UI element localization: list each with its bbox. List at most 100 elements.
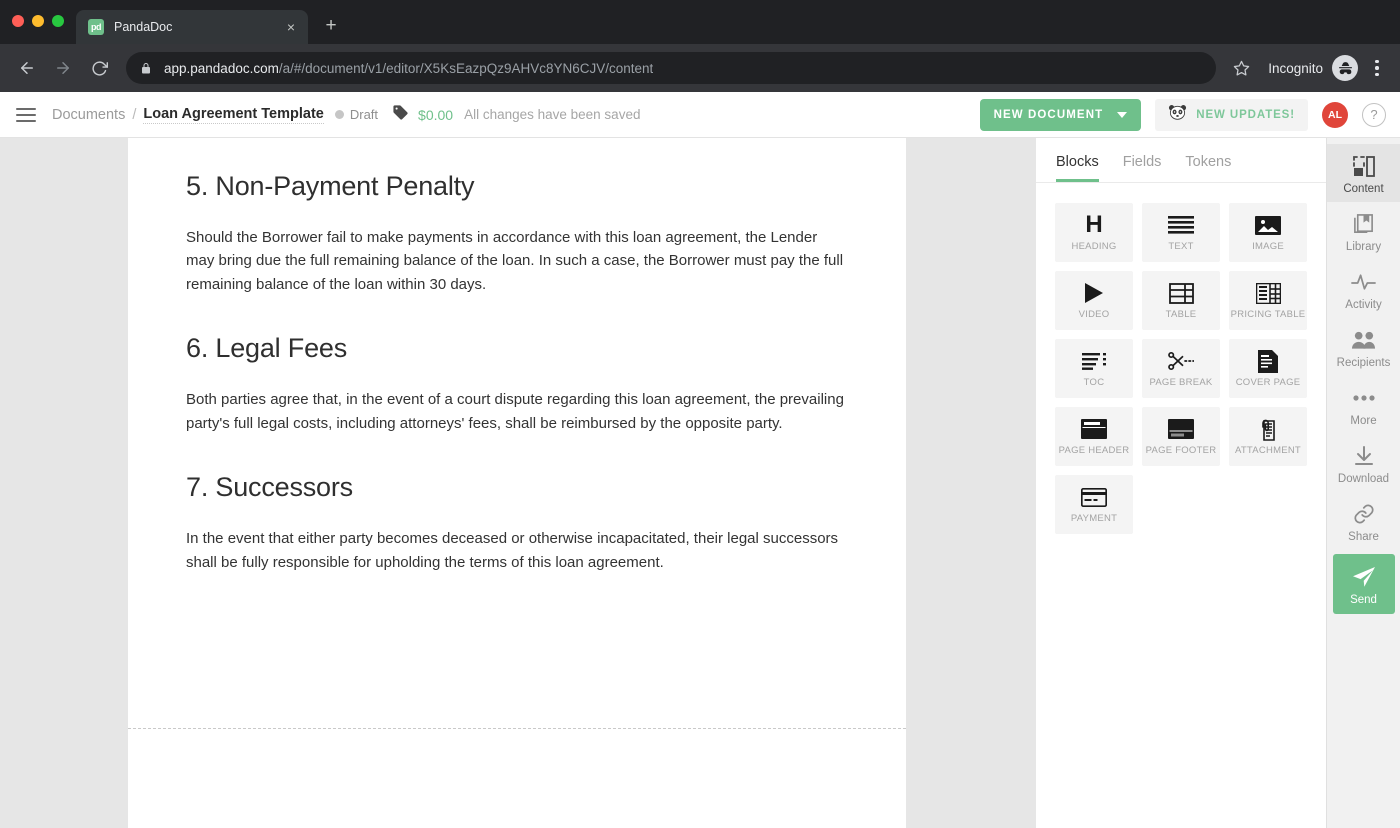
main-menu-icon[interactable] <box>0 92 52 138</box>
document-title[interactable]: Loan Agreement Template <box>143 106 324 124</box>
page-footer-icon <box>1168 417 1194 441</box>
block-tile-video[interactable]: VIDEO <box>1055 271 1133 330</box>
block-tile-label: HEADING <box>1071 241 1117 252</box>
recipients-icon <box>1351 327 1376 353</box>
reload-icon[interactable] <box>82 51 116 85</box>
rail-item-library[interactable]: Library <box>1327 202 1400 260</box>
rail-item-label: Recipients <box>1336 357 1391 369</box>
download-icon <box>1353 443 1375 469</box>
section-heading[interactable]: 5. Non-Payment Penalty <box>186 170 848 204</box>
rail-item-activity[interactable]: Activity <box>1327 260 1400 318</box>
block-tile-pricing-table[interactable]: PRICING TABLE <box>1229 271 1307 330</box>
page-header-icon <box>1081 417 1107 441</box>
rail-item-share[interactable]: Share <box>1327 492 1400 550</box>
page-break-divider <box>128 728 906 729</box>
tab-tokens[interactable]: Tokens <box>1185 154 1231 182</box>
rail-item-more[interactable]: More <box>1327 376 1400 434</box>
close-tab-icon[interactable]: × <box>282 18 300 36</box>
text-icon <box>1168 213 1194 237</box>
pricing-table-icon <box>1255 281 1281 305</box>
block-tile-label: PAYMENT <box>1070 513 1118 524</box>
block-tile-image[interactable]: IMAGE <box>1229 203 1307 262</box>
block-tile-label: IMAGE <box>1252 241 1284 252</box>
block-tile-cover-page[interactable]: COVER PAGE <box>1229 339 1307 398</box>
block-tile-page-footer[interactable]: PAGE FOOTER <box>1142 407 1220 466</box>
panel-tabs: Blocks Fields Tokens <box>1036 138 1326 183</box>
block-tile-page-break[interactable]: PAGE BREAK <box>1142 339 1220 398</box>
browser-tab[interactable]: pd PandaDoc × <box>76 10 308 44</box>
block-tile-text[interactable]: TEXT <box>1142 203 1220 262</box>
new-updates-button[interactable]: NEW UPDATES! <box>1155 98 1308 131</box>
chevron-down-icon[interactable] <box>1117 111 1128 118</box>
rail-item-content[interactable]: Content <box>1326 144 1400 202</box>
new-document-label: NEW DOCUMENT <box>993 108 1104 121</box>
help-icon[interactable]: ? <box>1362 102 1386 127</box>
bookmark-star-icon[interactable] <box>1226 53 1256 83</box>
price-tag-icon[interactable] <box>392 104 409 126</box>
panda-icon <box>1168 104 1187 125</box>
avatar[interactable]: AL <box>1322 101 1348 128</box>
close-window-button[interactable] <box>12 15 24 27</box>
payment-icon <box>1081 485 1107 509</box>
rail-item-recipients[interactable]: Recipients <box>1327 318 1400 376</box>
section-paragraph[interactable]: Both parties agree that, in the event of… <box>186 388 848 435</box>
status-badge: Draft <box>334 107 378 122</box>
heading-icon: H <box>1085 211 1103 238</box>
document-canvas: 5. Non-Payment Penalty Should the Borrow… <box>0 138 1035 828</box>
window-traffic-lights <box>12 15 64 27</box>
tab-blocks[interactable]: Blocks <box>1056 154 1099 182</box>
workspace: 5. Non-Payment Penalty Should the Borrow… <box>0 138 1400 828</box>
browser-menu-icon[interactable] <box>1364 55 1390 81</box>
block-tile-label: TOC <box>1083 377 1105 388</box>
document-price: $0.00 <box>418 106 454 123</box>
more-icon <box>1352 385 1376 411</box>
section-heading[interactable]: 6. Legal Fees <box>186 332 848 366</box>
new-document-button[interactable]: NEW DOCUMENT <box>979 98 1142 131</box>
forward-icon[interactable] <box>46 51 80 85</box>
back-icon[interactable] <box>10 51 44 85</box>
rail-item-label: Content <box>1343 183 1384 195</box>
lock-icon <box>142 62 150 73</box>
status-dot-icon <box>334 110 344 119</box>
block-tile-label: COVER PAGE <box>1235 377 1301 388</box>
rail-item-label: Download <box>1337 473 1390 485</box>
block-tile-grid: H HEADING TEXT IMAGE VIDEO TABLE PRICING… <box>1055 203 1307 534</box>
library-icon <box>1352 211 1375 237</box>
minimize-window-button[interactable] <box>32 15 44 27</box>
new-updates-label: NEW UPDATES! <box>1196 108 1295 121</box>
incognito-indicator[interactable]: Incognito <box>1268 55 1358 81</box>
section-paragraph[interactable]: Should the Borrower fail to make payment… <box>186 226 848 297</box>
browser-tab-title: PandaDoc <box>114 20 173 34</box>
block-tile-label: ATTACHMENT <box>1234 445 1301 456</box>
block-tile-payment[interactable]: PAYMENT <box>1055 475 1133 534</box>
document-page[interactable]: 5. Non-Payment Penalty Should the Borrow… <box>128 138 906 828</box>
maximize-window-button[interactable] <box>52 15 64 27</box>
block-tile-heading[interactable]: H HEADING <box>1055 203 1133 262</box>
incognito-label: Incognito <box>1268 60 1323 76</box>
block-tile-page-header[interactable]: PAGE HEADER <box>1055 407 1133 466</box>
toc-icon <box>1081 349 1107 373</box>
block-tile-label: TABLE <box>1165 309 1197 320</box>
share-icon <box>1353 501 1375 527</box>
section-heading[interactable]: 7. Successors <box>186 471 848 505</box>
content-icon <box>1352 153 1376 179</box>
table-icon <box>1168 281 1194 305</box>
send-icon <box>1352 564 1376 590</box>
right-rail: Content Library Activity Recipients More… <box>1326 138 1400 828</box>
pandadoc-favicon: pd <box>88 19 104 35</box>
tab-fields[interactable]: Fields <box>1123 154 1162 182</box>
block-tile-table[interactable]: TABLE <box>1142 271 1220 330</box>
rail-item-download[interactable]: Download <box>1327 434 1400 492</box>
app-header: Documents / Loan Agreement Template Draf… <box>0 92 1400 138</box>
block-tile-label: PAGE HEADER <box>1058 445 1130 456</box>
block-tile-attachment[interactable]: ATTACHMENT <box>1229 407 1307 466</box>
block-tile-label: PRICING TABLE <box>1230 309 1306 320</box>
address-bar[interactable]: app.pandadoc.com/a/#/document/v1/editor/… <box>126 52 1217 84</box>
new-tab-icon[interactable]: + <box>320 15 342 37</box>
send-button[interactable]: Send <box>1332 554 1395 614</box>
breadcrumb-documents-link[interactable]: Documents <box>52 107 125 123</box>
section-paragraph[interactable]: In the event that either party becomes d… <box>186 527 848 574</box>
block-tile-toc[interactable]: TOC <box>1055 339 1133 398</box>
save-status-label: All changes have been saved <box>464 107 641 122</box>
